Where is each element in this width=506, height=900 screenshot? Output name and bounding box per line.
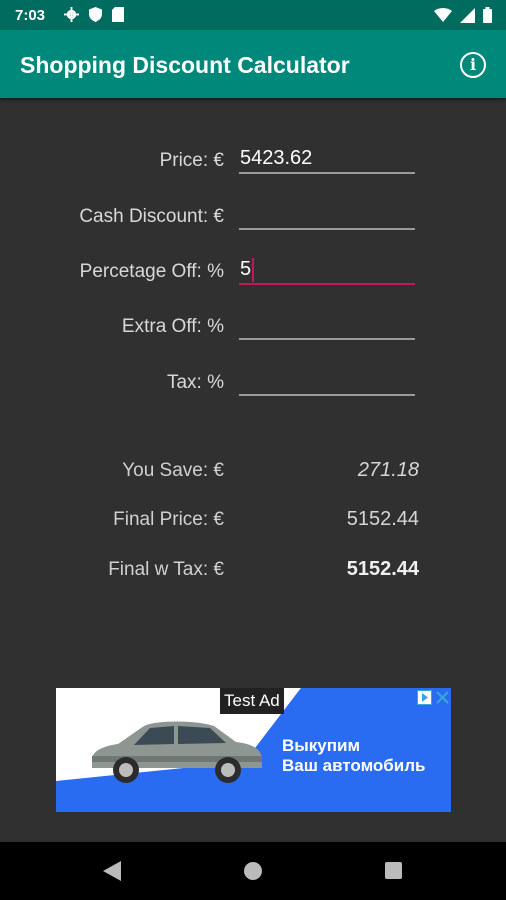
you-save-value: 271.18 <box>357 459 419 481</box>
back-icon[interactable] <box>103 861 121 881</box>
app-bar: Shopping Discount Calculator i <box>0 30 506 98</box>
sd-card-icon <box>112 7 124 22</box>
final-price-row: Final Price: € 5152.44 <box>0 505 506 535</box>
ad-text-line2: Ваш автомобиль <box>282 756 426 775</box>
status-bar: 7:03 <box>0 0 506 30</box>
percentage-off-label: Percetage Off: % <box>79 261 224 282</box>
percentage-off-input[interactable]: 5 <box>239 253 415 285</box>
wifi-icon <box>434 8 452 22</box>
price-row: Price: € 5423.62 <box>0 142 506 186</box>
extra-off-label: Extra Off: % <box>121 316 224 337</box>
final-price-value: 5152.44 <box>346 508 419 530</box>
cash-discount-row: Cash Discount: € <box>0 198 506 242</box>
home-icon[interactable] <box>244 862 262 880</box>
cash-discount-input[interactable] <box>239 198 415 230</box>
ad-choices-icon <box>417 690 432 705</box>
you-save-row: You Save: € 271.18 <box>0 456 506 486</box>
close-icon[interactable] <box>436 691 449 704</box>
final-with-tax-value: 5152.44 <box>346 558 419 580</box>
cash-discount-label: Cash Discount: € <box>79 206 224 227</box>
you-save-label: You Save: € <box>122 460 224 481</box>
ad-text: Выкупим Ваш автомобиль <box>282 736 426 776</box>
signal-icon <box>460 7 475 23</box>
battery-icon <box>483 7 492 23</box>
ad-banner[interactable]: Test Ad Выкупим Ваш автомобиль <box>56 688 451 812</box>
ad-text-line1: Выкупим <box>282 736 361 755</box>
extra-off-input[interactable] <box>239 308 415 340</box>
info-icon[interactable]: i <box>460 52 486 78</box>
status-time: 7:03 <box>15 7 46 24</box>
price-input[interactable]: 5423.62 <box>239 142 415 174</box>
price-label: Price: € <box>159 150 224 171</box>
final-price-label: Final Price: € <box>113 509 224 530</box>
ad-choices[interactable] <box>417 690 449 705</box>
percentage-off-row: Percetage Off: % 5 <box>0 253 506 297</box>
tax-row: Tax: % <box>0 364 506 408</box>
settings-icon <box>64 7 79 22</box>
recent-apps-icon[interactable] <box>385 862 402 879</box>
car-image <box>92 721 262 783</box>
ad-badge: Test Ad <box>220 688 284 714</box>
app-title: Shopping Discount Calculator <box>20 52 350 78</box>
tax-label: Tax: % <box>166 372 224 393</box>
final-with-tax-label: Final w Tax: € <box>108 559 224 580</box>
shield-icon <box>89 7 102 22</box>
tax-input[interactable] <box>239 364 415 396</box>
final-with-tax-row: Final w Tax: € 5152.44 <box>0 555 506 585</box>
navigation-bar <box>0 842 506 900</box>
text-cursor <box>252 257 255 282</box>
extra-off-row: Extra Off: % <box>0 308 506 352</box>
